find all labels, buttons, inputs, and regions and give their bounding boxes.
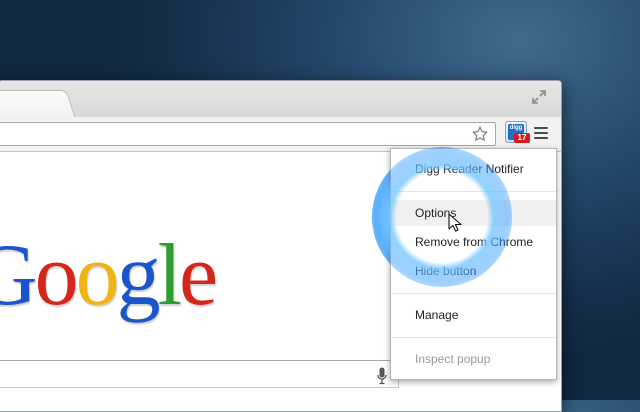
logo-letter: o	[75, 227, 120, 324]
star-icon[interactable]	[471, 125, 489, 143]
chrome-menu-icon[interactable]	[534, 127, 548, 139]
menu-item-options[interactable]: Options	[391, 200, 556, 226]
title-bar	[0, 81, 561, 119]
google-logo: Google	[0, 232, 218, 320]
menu-separator	[391, 293, 556, 294]
mouse-cursor-icon	[448, 213, 462, 232]
menu-item-hide-button[interactable]: Hide button	[391, 258, 556, 284]
menu-item-remove-from-chrome[interactable]: Remove from Chrome	[391, 229, 556, 255]
logo-letter: G	[0, 227, 38, 324]
fullscreen-icon[interactable]	[531, 89, 547, 105]
logo-letter: o	[34, 227, 79, 324]
menu-item-digg-reader-notifier[interactable]: Digg Reader Notifier	[391, 156, 556, 182]
menu-separator	[391, 191, 556, 192]
logo-letter: l	[157, 227, 183, 324]
logo-letter: g	[116, 227, 161, 324]
digg-extension-button[interactable]: digg 17	[505, 121, 530, 143]
microphone-icon[interactable]	[377, 367, 387, 385]
search-input[interactable]	[0, 360, 399, 388]
omnibox[interactable]	[0, 122, 496, 146]
browser-tab[interactable]	[0, 90, 76, 119]
extension-context-menu: Digg Reader Notifier Options Remove from…	[390, 148, 557, 380]
menu-item-inspect-popup: Inspect popup	[415, 352, 491, 366]
menu-separator	[391, 337, 556, 338]
unread-count-badge: 17	[514, 133, 530, 143]
toolbar: digg 17	[0, 117, 561, 152]
menu-item-manage[interactable]: Manage	[391, 302, 556, 328]
logo-letter: e	[179, 227, 218, 324]
